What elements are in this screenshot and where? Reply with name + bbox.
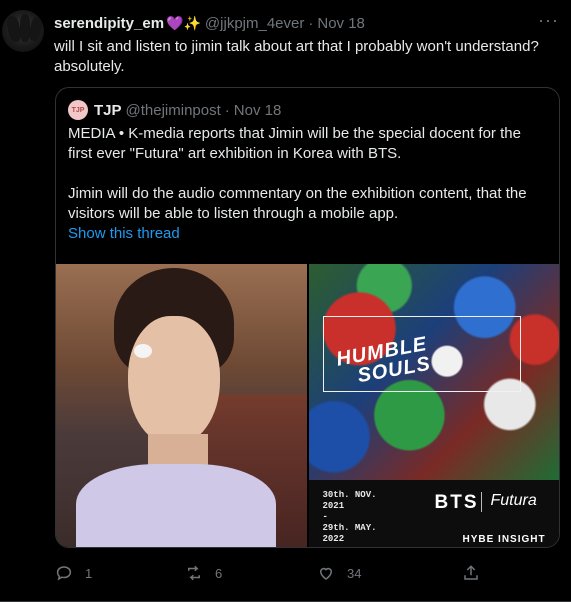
exhibition-poster[interactable]: HUMBLE SOULS 30th. NOV. 2021 - 29th. MAY… — [308, 264, 559, 547]
logo-divider — [480, 492, 482, 512]
tweet-text: will I sit and listen to jimin talk abou… — [54, 38, 539, 75]
tweet-header: serendipity_em 💜✨ @jjkpjm_4ever · Nov 18 — [54, 13, 365, 33]
retweet-button[interactable]: 6 — [185, 564, 222, 582]
quote-author-name[interactable]: TJP — [94, 102, 122, 119]
quote-text: MEDIA • K-media reports that Jimin will … — [68, 124, 548, 244]
media-grid: HUMBLE SOULS 30th. NOV. 2021 - 29th. MAY… — [56, 264, 559, 547]
quoted-tweet[interactable]: TJP TJP @thejiminpost · Nov 18 MEDIA • K… — [55, 87, 560, 548]
quote-header: TJP TJP @thejiminpost · Nov 18 — [68, 100, 281, 120]
reply-icon — [56, 566, 72, 581]
hybe-insight-logo: HYBE INSIGHT — [462, 534, 546, 545]
retweet-count: 6 — [215, 565, 223, 581]
tweet-date[interactable]: Nov 18 — [317, 15, 365, 32]
more-icon[interactable]: ··· — [538, 10, 559, 31]
quote-paragraph: MEDIA • K-media reports that Jimin will … — [68, 125, 521, 162]
quote-paragraph: Jimin will do the audio commentary on th… — [68, 185, 527, 222]
like-button[interactable]: 34 — [317, 564, 361, 582]
quote-date[interactable]: Nov 18 — [234, 102, 282, 119]
reply-button[interactable]: 1 — [55, 564, 92, 582]
show-thread-link[interactable]: Show this thread — [68, 224, 548, 244]
bts-logo: BTS — [434, 492, 479, 513]
photo-jimin[interactable] — [56, 264, 307, 547]
author-handle[interactable]: @jjkpjm_4ever — [205, 15, 304, 32]
tweet[interactable]: serendipity_em 💜✨ @jjkpjm_4ever · Nov 18… — [0, 0, 571, 602]
share-button[interactable] — [462, 564, 480, 582]
avatar[interactable] — [2, 10, 44, 52]
poster-dates: 30th. NOV. 2021 - 29th. MAY. 2022 — [322, 490, 377, 544]
share-icon — [464, 565, 478, 580]
like-count: 34 — [347, 565, 362, 581]
action-bar: 1 6 34 — [55, 564, 495, 582]
quote-author-handle[interactable]: @thejiminpost — [126, 102, 221, 119]
retweet-icon — [188, 565, 200, 581]
quote-avatar[interactable]: TJP — [68, 100, 88, 120]
author-name[interactable]: serendipity_em — [54, 15, 164, 32]
reply-count: 1 — [85, 565, 93, 581]
author-emoji: 💜✨ — [166, 14, 201, 31]
separator-dot: · — [308, 14, 314, 32]
avatar-art — [27, 16, 44, 42]
heart-icon — [319, 567, 333, 580]
earbud — [134, 344, 152, 358]
futura-signature: Futura — [490, 492, 537, 509]
separator-dot: · — [224, 101, 230, 119]
